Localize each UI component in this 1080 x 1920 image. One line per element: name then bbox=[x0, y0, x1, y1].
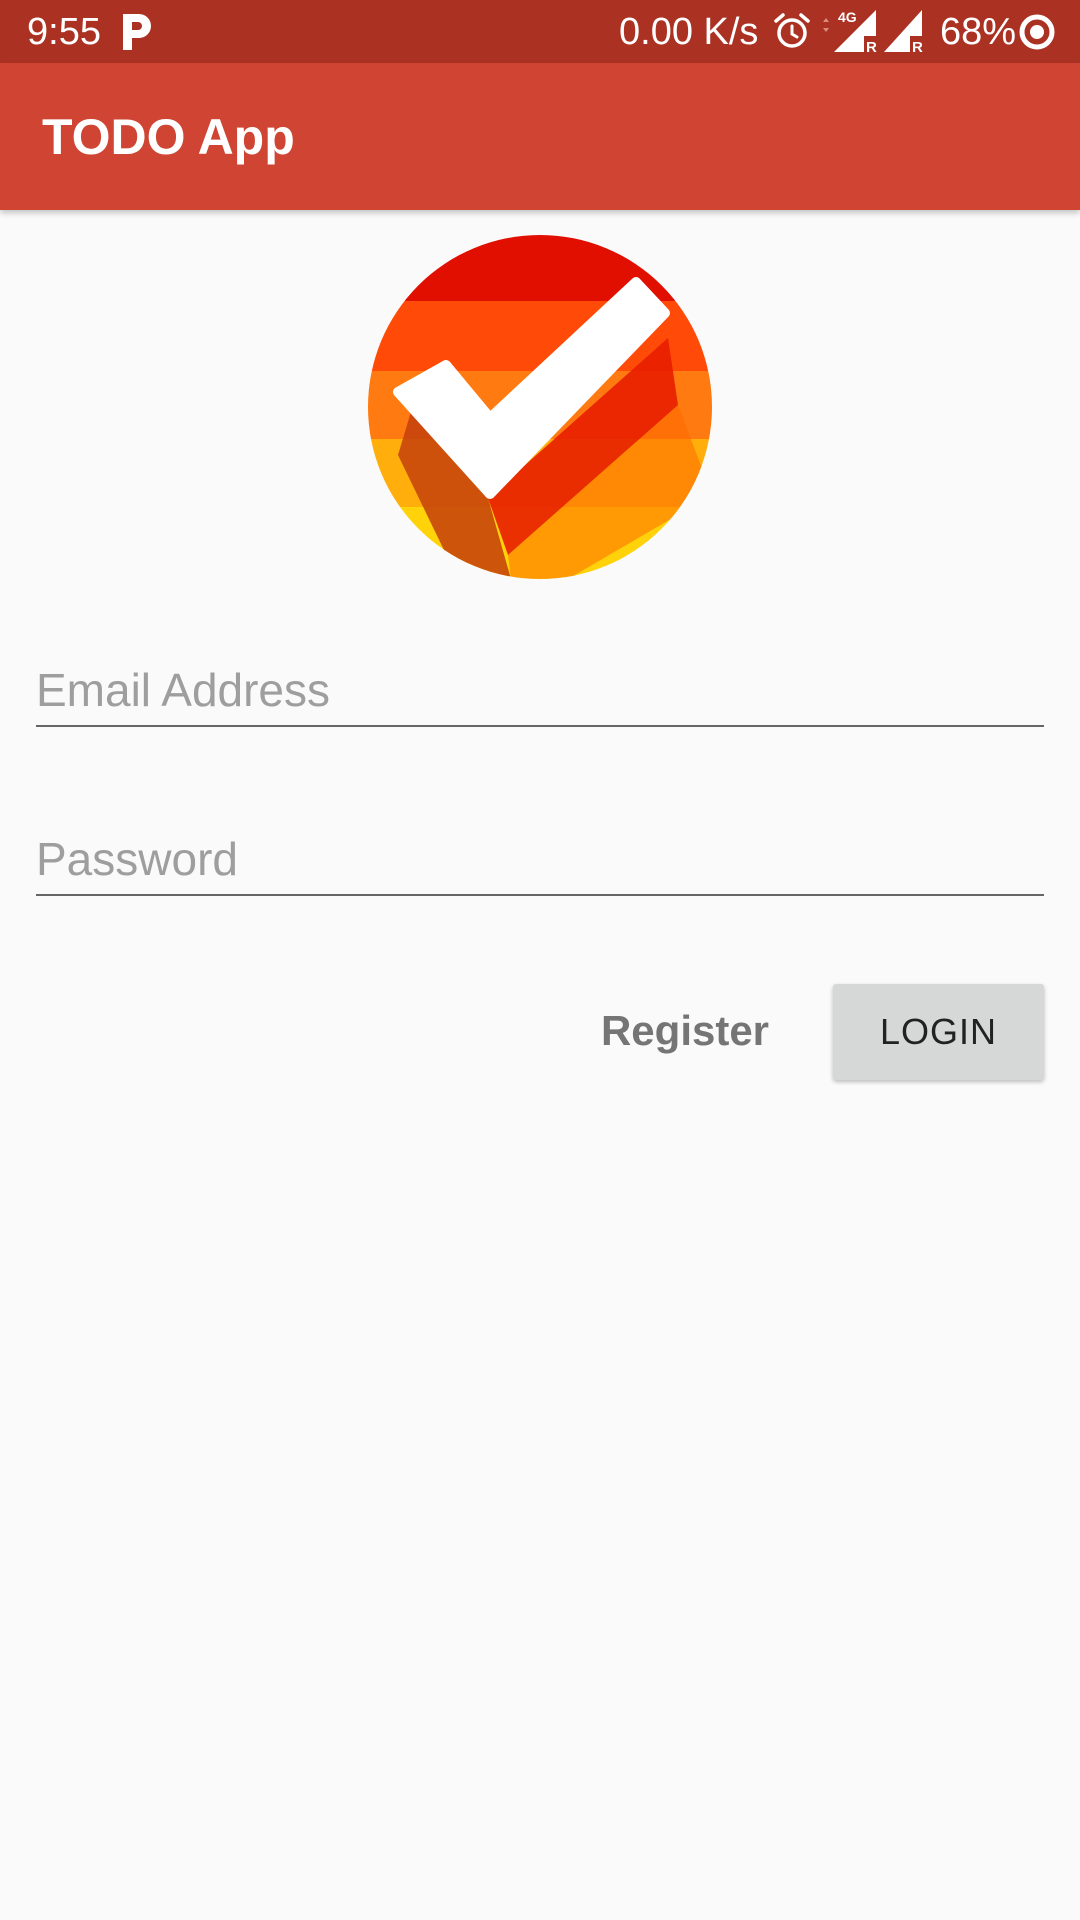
battery-percentage: 68% bbox=[940, 11, 1017, 53]
status-bar: 9:55 0.00 K/s 4G R R 68% bbox=[0, 0, 1080, 63]
status-time: 9:55 bbox=[27, 11, 101, 53]
roaming-label-2: R bbox=[912, 39, 923, 54]
p-icon bbox=[123, 14, 151, 50]
password-field[interactable] bbox=[36, 824, 1044, 894]
app-title: TODO App bbox=[42, 109, 295, 165]
battery-ring-icon bbox=[1019, 14, 1055, 50]
network-type-label: 4G bbox=[838, 9, 857, 25]
signal-4g-icon: 4G R bbox=[823, 9, 880, 54]
roaming-label: R bbox=[866, 39, 877, 54]
login-button[interactable]: LOGIN bbox=[833, 984, 1044, 1080]
password-field-container bbox=[36, 824, 1044, 896]
network-speed: 0.00 K/s bbox=[619, 11, 759, 53]
signal-icon: R bbox=[884, 10, 926, 54]
alarm-icon bbox=[774, 13, 810, 48]
app-bar: TODO App bbox=[0, 63, 1080, 210]
checkmark-logo-icon bbox=[368, 235, 712, 579]
register-button[interactable]: Register bbox=[580, 995, 790, 1067]
email-field[interactable] bbox=[36, 655, 1044, 725]
email-field-container bbox=[36, 655, 1044, 727]
